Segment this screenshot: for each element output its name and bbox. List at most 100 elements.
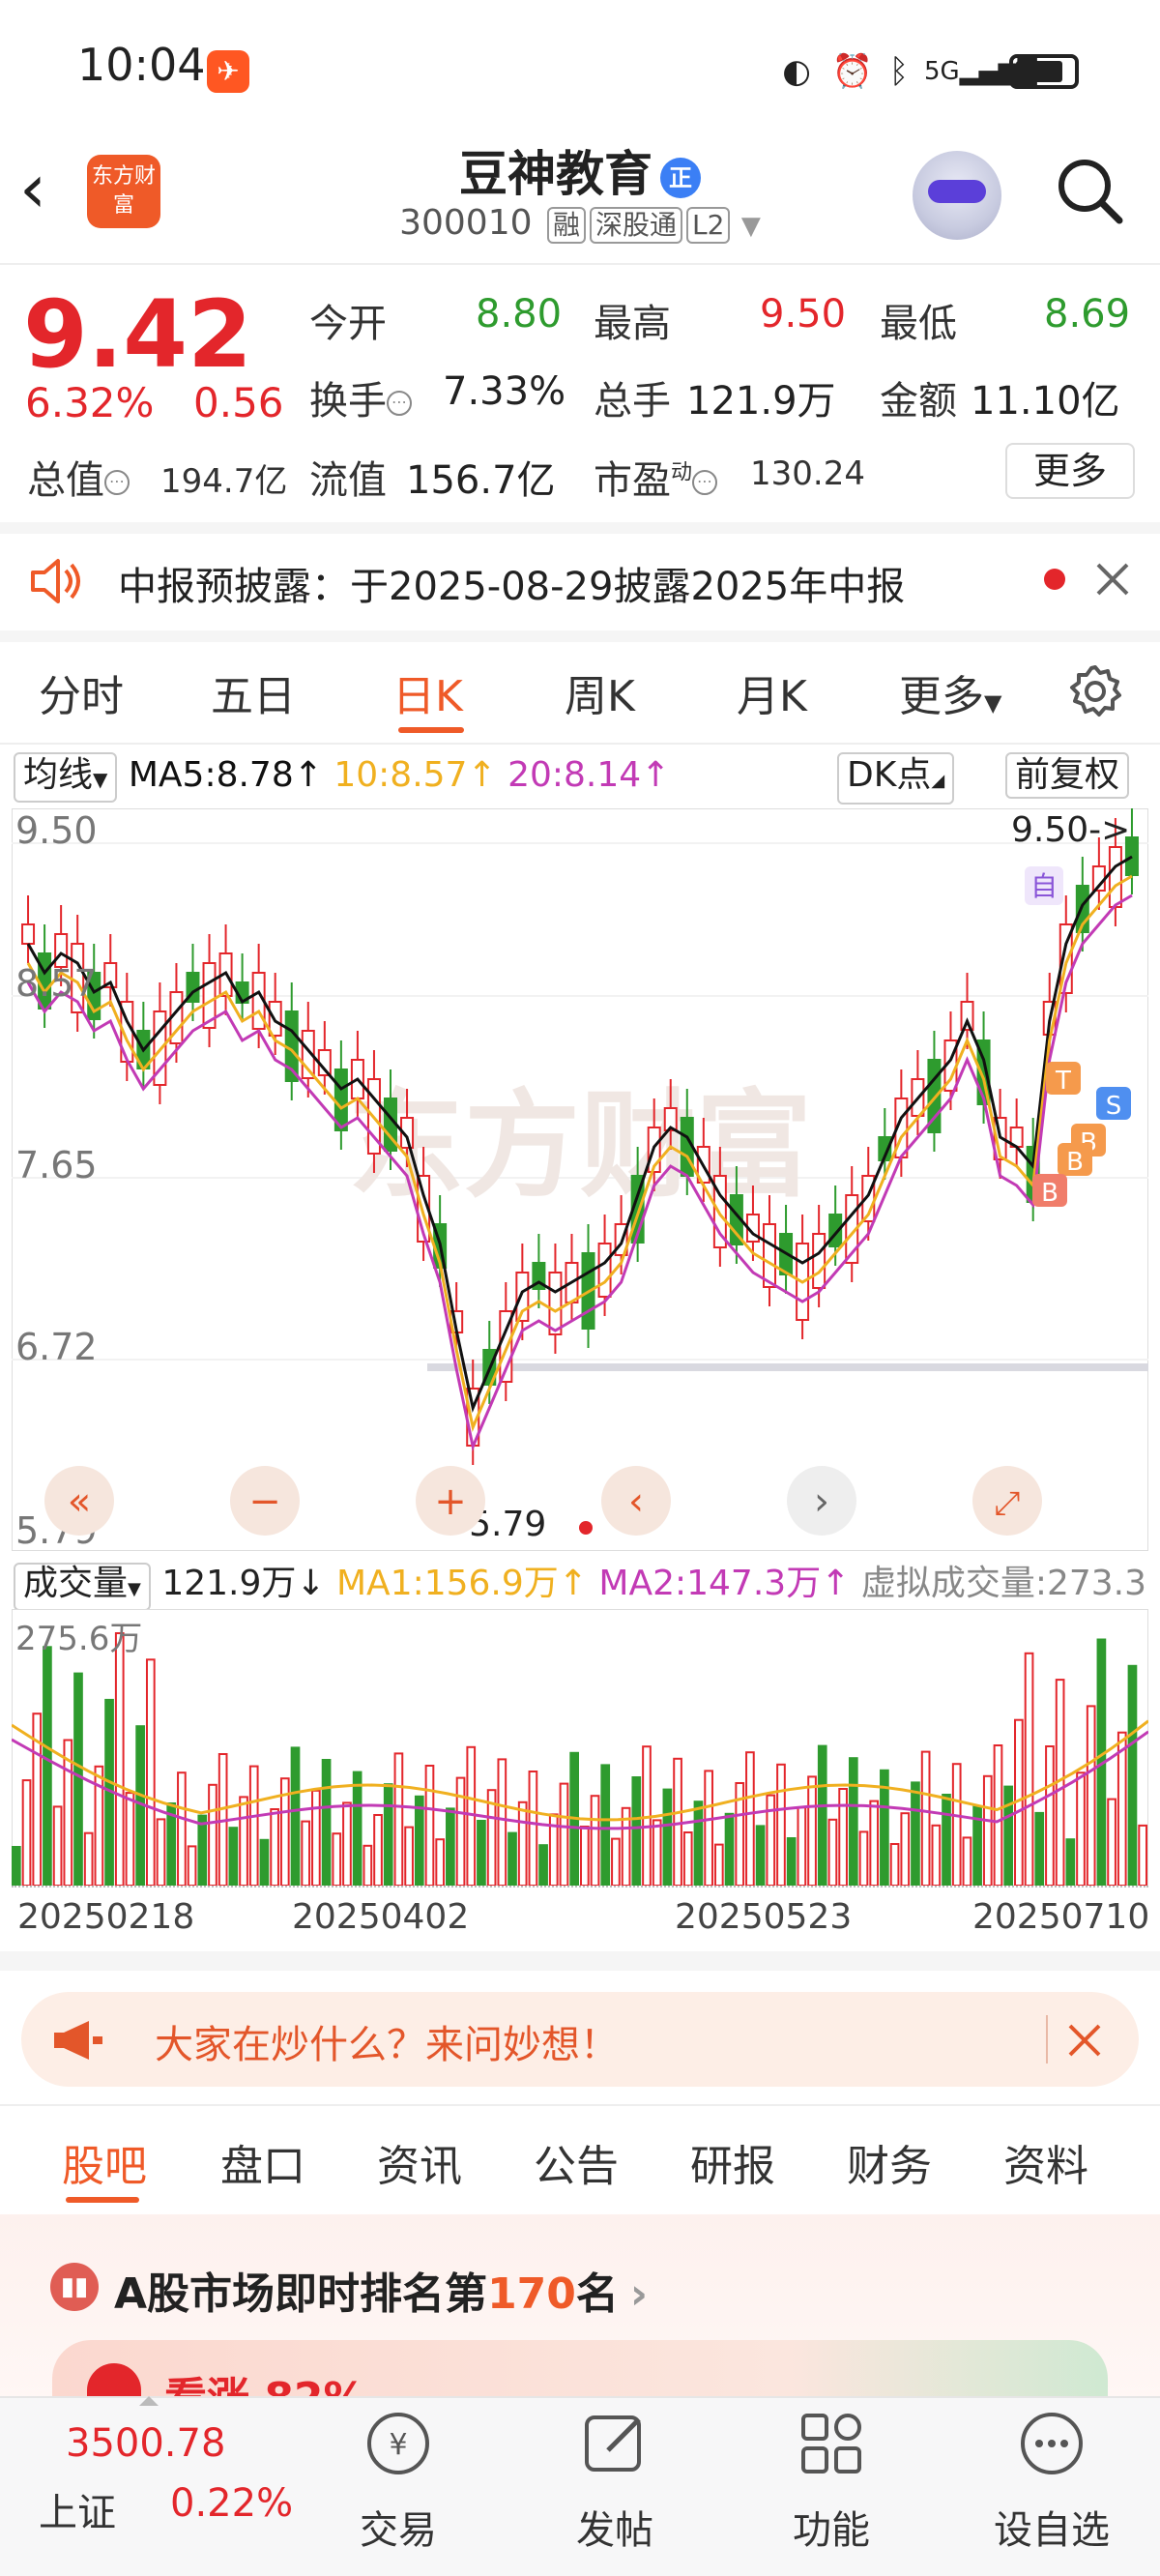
nav-post[interactable]: 发帖 — [547, 2408, 682, 2572]
nav-trade-label: 交易 — [360, 2508, 437, 2553]
trade-icon: ¥ — [367, 2413, 429, 2474]
marker-s[interactable]: S — [1096, 1087, 1131, 1121]
rank-chart-icon: ▮▮ — [50, 2263, 99, 2311]
low-value: 8.69 — [1044, 292, 1131, 337]
notice-text[interactable]: 中报预披露：于2025-08-29披露2025年中报 — [118, 555, 905, 611]
svg-text:‹: ‹ — [628, 1479, 644, 1524]
axis-label-3: 7.65 — [15, 1144, 98, 1186]
ask-banner-text[interactable]: 大家在炒什么？来问妙想！ — [155, 2013, 619, 2069]
svg-text:自: 自 — [1030, 870, 1058, 902]
nav-trade[interactable]: ¥ 交易 — [331, 2408, 466, 2572]
tab-underline — [398, 727, 464, 733]
kline-chart[interactable]: 东方财富 9.50 8.57 7.65 6.72 5.79 9.50-> <-5… — [12, 808, 1148, 1551]
index-value[interactable]: 3500.78 — [66, 2421, 225, 2466]
chart-fullscreen[interactable]: ⤢ — [972, 1466, 1042, 1536]
tab-profile[interactable]: 资料 — [1003, 2131, 1088, 2193]
svg-text:¥: ¥ — [389, 2428, 407, 2462]
chart-nav-first[interactable]: « — [44, 1466, 114, 1536]
index-change[interactable]: 0.22% — [170, 2481, 293, 2526]
svg-text:⤢: ⤢ — [994, 1484, 1020, 1523]
svg-text:B: B — [1066, 1148, 1084, 1177]
chart-zoom-in[interactable]: + — [416, 1466, 485, 1536]
current-price: 9.42 — [23, 280, 252, 389]
tab-research[interactable]: 研报 — [690, 2131, 775, 2193]
amount-label: 金额 — [880, 379, 957, 424]
sub-tab-underline — [66, 2197, 139, 2203]
ma10-value: 10:8.57↑ — [334, 755, 497, 795]
marker-b-2[interactable]: B — [1058, 1143, 1092, 1177]
volume-value: 121.9万 — [686, 379, 836, 424]
tab-intraday[interactable]: 分时 — [39, 661, 124, 723]
close-icon[interactable] — [1094, 561, 1131, 598]
info-icon[interactable]: ⋯ — [692, 470, 718, 495]
tab-monthly-k[interactable]: 月K — [737, 661, 807, 723]
pe-label-text: 市盈 — [594, 458, 671, 503]
index-name[interactable]: 上证 — [39, 2481, 116, 2537]
chart-prev[interactable]: ‹ — [601, 1466, 671, 1536]
date-label-4: 20250710 — [972, 1897, 1150, 1937]
signal-icon: 5G▂▄▆█ — [924, 57, 1037, 86]
tag-connect: 深股通 — [590, 207, 683, 244]
gear-icon[interactable] — [1067, 663, 1123, 719]
high-label: 最高 — [594, 302, 671, 346]
info-icon[interactable]: ⋯ — [387, 391, 412, 416]
indicator-select[interactable]: 均线▼ — [14, 752, 118, 803]
volume-chart[interactable]: 275.6万 — [12, 1609, 1148, 1886]
svg-text:›: › — [814, 1479, 829, 1524]
volume-ma1: MA1:156.9万↑ — [336, 1564, 588, 1603]
more-circle-icon — [1021, 2413, 1083, 2474]
more-button[interactable]: 更多 — [1005, 443, 1135, 499]
dk-point-toggle[interactable]: DK点◢ — [837, 752, 955, 805]
expand-icon[interactable] — [139, 2396, 159, 2406]
header-divider — [0, 263, 1160, 265]
tab-five-day[interactable]: 五日 — [211, 661, 296, 723]
nav-functions[interactable]: 功能 — [764, 2408, 899, 2572]
chart-next[interactable]: › — [787, 1466, 856, 1536]
float-cap-value: 156.7亿 — [406, 458, 556, 503]
tab-announcements[interactable]: 公告 — [534, 2131, 619, 2193]
svg-text:−: − — [248, 1479, 281, 1524]
nav-post-label: 发帖 — [576, 2508, 653, 2553]
separator — [0, 1951, 1160, 1971]
pe-label: 市盈动 ⋯ — [594, 449, 718, 505]
tab-news[interactable]: 资讯 — [377, 2131, 462, 2193]
tab-forum[interactable]: 股吧 — [62, 2131, 147, 2193]
adjust-toggle[interactable]: 前复权 — [1005, 752, 1130, 799]
svg-text:+: + — [434, 1479, 467, 1524]
svg-text:«: « — [68, 1479, 91, 1524]
float-cap-label: 流值 — [309, 458, 387, 503]
date-label-3: 20250523 — [675, 1897, 853, 1937]
nav-add-watchlist-label: 设自选 — [994, 2508, 1110, 2553]
assistant-eyes-icon — [928, 180, 986, 203]
high-marker: 9.50-> — [1011, 810, 1130, 850]
volume-current: 121.9万↓ — [161, 1564, 326, 1603]
separator — [0, 743, 1160, 745]
open-value: 8.80 — [476, 292, 563, 337]
tab-financials[interactable]: 财务 — [847, 2131, 932, 2193]
close-icon[interactable] — [1067, 2023, 1102, 2058]
tag-level2: L2 — [686, 207, 731, 244]
open-label: 今开 — [309, 302, 387, 346]
tab-orderbook[interactable]: 盘口 — [220, 2131, 305, 2193]
marker-self[interactable]: 自 — [1025, 866, 1063, 905]
chart-zoom-out[interactable]: − — [230, 1466, 300, 1536]
total-cap-label: 总值 ⋯ — [27, 449, 130, 505]
search-icon[interactable] — [1054, 155, 1125, 226]
rank-text[interactable]: A股市场即时排名第170名 › — [114, 2259, 648, 2321]
marker-b-3[interactable]: B — [1032, 1174, 1067, 1208]
marker-t[interactable]: T — [1046, 1062, 1081, 1096]
tab-more[interactable]: 更多▼ — [899, 661, 1001, 723]
volume-indicator-select[interactable]: 成交量▼ — [14, 1563, 151, 1611]
tab-weekly-k[interactable]: 周K — [565, 661, 635, 723]
battery-icon — [1009, 54, 1079, 89]
ma-legend: 均线▼ MA5:8.78↑ 10:8.57↑ 20:8.14↑ — [14, 752, 670, 803]
nav-add-watchlist[interactable]: 设自选 — [984, 2408, 1119, 2572]
bluetooth-icon: ᛒ — [888, 52, 910, 91]
turnover-value: 7.33% — [443, 369, 566, 414]
tab-daily-k[interactable]: 日K — [392, 661, 463, 723]
tab-more-label: 更多 — [899, 672, 984, 721]
total-cap-value: 194.7亿 — [160, 462, 288, 501]
info-icon[interactable]: ⋯ — [104, 470, 130, 495]
total-cap-label-text: 总值 — [27, 458, 104, 503]
ma20-value: 20:8.14↑ — [508, 755, 671, 795]
